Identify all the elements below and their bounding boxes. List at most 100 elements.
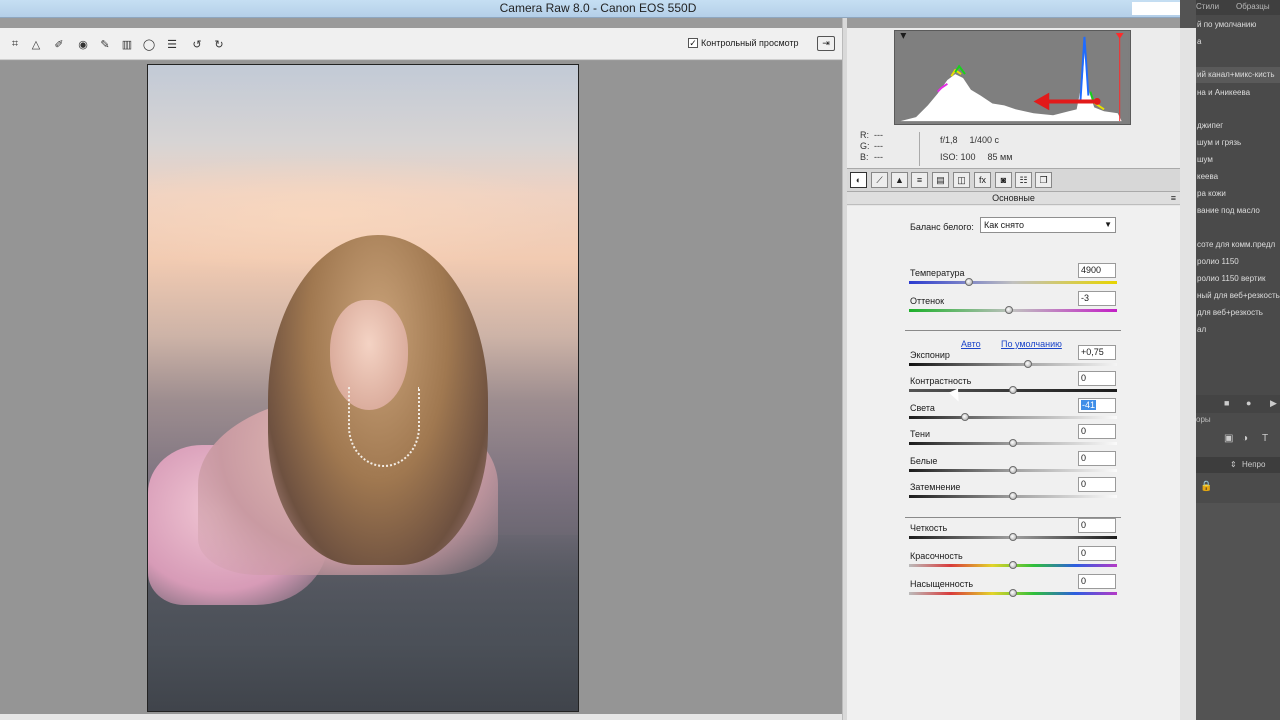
opacity-label: Непро (1242, 460, 1266, 469)
action-item[interactable]: а (1196, 34, 1280, 50)
text-layer-icon[interactable]: T (1262, 433, 1268, 444)
preferences-icon[interactable]: ☰ (164, 36, 180, 52)
slider-7-thumb[interactable] (1009, 466, 1017, 474)
slider-11-thumb[interactable] (1009, 589, 1017, 597)
action-item[interactable] (1196, 101, 1280, 117)
slider-8-thumb[interactable] (1009, 492, 1017, 500)
default-link[interactable]: По умолчанию (1001, 339, 1062, 349)
slider-2-track[interactable] (909, 309, 1117, 312)
tab-hsl-icon[interactable]: ≡ (911, 172, 928, 188)
actions-list: й по умолчанию а ий канал+микс-кисть на и А… (1196, 15, 1280, 395)
panel-menu-icon[interactable]: ≡ (1171, 192, 1176, 204)
adjustment-brush-icon[interactable]: ✎ (97, 36, 113, 52)
lock-icon[interactable]: 🔒 (1200, 481, 1212, 492)
action-item[interactable]: шум и грязь (1196, 135, 1280, 151)
auto-link[interactable]: Авто (961, 339, 981, 349)
slider-10-thumb[interactable] (1009, 561, 1017, 569)
slider-3-value-input[interactable]: +0,75 (1078, 345, 1116, 360)
action-item[interactable]: шум (1196, 152, 1280, 168)
rgb-row: B: --- (860, 152, 888, 163)
section-header: Основные ≡ (847, 192, 1180, 205)
action-item[interactable]: й по умолчанию (1196, 17, 1280, 33)
slider-1-value: 4900 (1081, 265, 1102, 275)
action-item[interactable]: кеева (1196, 169, 1280, 185)
slider-1-track[interactable] (909, 281, 1117, 284)
slider-8-value-input[interactable]: 0 (1078, 477, 1116, 492)
section-divider (905, 330, 1121, 331)
section-divider (905, 517, 1121, 518)
slider-10-value: 0 (1081, 548, 1087, 558)
tab-camera-calibration-icon[interactable]: ◙ (995, 172, 1012, 188)
red-eye-tool-icon[interactable]: ◉ (75, 36, 91, 52)
slider-3-track[interactable] (909, 363, 1117, 366)
action-item[interactable]: ра кожи (1196, 186, 1280, 202)
slider-1-thumb[interactable] (965, 278, 974, 286)
tab-styles[interactable]: Стили (1196, 2, 1219, 11)
slider-10-value-input[interactable]: 0 (1078, 546, 1116, 561)
canvas-status-strip (0, 714, 842, 720)
layers-label: оры (1196, 415, 1211, 424)
rotate-ccw-icon[interactable]: ↺ (189, 36, 205, 52)
slider-5-value-input[interactable]: -41 (1078, 398, 1116, 413)
preview-toggle[interactable]: ✓ Контрольный просмотр (688, 38, 799, 48)
slider-4-thumb[interactable] (1009, 386, 1017, 394)
action-item[interactable]: ный для веб+резкость (1196, 288, 1280, 304)
fullscreen-toggle-icon[interactable]: ⇥ (817, 36, 835, 51)
adjustment-layer-icon[interactable]: ◑ (1242, 433, 1248, 444)
exif-info: f/1,8 1/400 с ISO: 100 85 мм (919, 132, 1024, 166)
slider-1-value-input[interactable]: 4900 (1078, 263, 1116, 278)
channel-value: --- (874, 130, 883, 140)
slider-4-value-input[interactable]: 0 (1078, 371, 1116, 386)
tab-effects-icon[interactable]: fx (974, 172, 991, 188)
action-item[interactable] (1196, 220, 1280, 236)
tab-snapshots-icon[interactable]: ❐ (1035, 172, 1052, 188)
slider-5-thumb[interactable] (961, 413, 970, 421)
image-layer-icon[interactable]: ▣ (1224, 433, 1233, 444)
slider-6-thumb[interactable] (1009, 439, 1017, 447)
tab-tone-curve-icon[interactable]: ⟋ (871, 172, 888, 188)
crop-tool-icon[interactable]: ⌗ (7, 36, 23, 52)
panel-tab-strip: ◐ ⟋ ▲ ≡ ▤ ◫ fx ◙ ☷ ❐ (847, 168, 1180, 192)
slider-9-value-input[interactable]: 0 (1078, 518, 1116, 533)
action-item[interactable]: вание под масло (1196, 203, 1280, 219)
tab-presets-icon[interactable]: ☷ (1015, 172, 1032, 188)
tab-split-toning-icon[interactable]: ▤ (932, 172, 949, 188)
rotate-cw-icon[interactable]: ↻ (211, 36, 227, 52)
stop-icon[interactable]: ■ (1224, 398, 1229, 408)
slider-11-value-input[interactable]: 0 (1078, 574, 1116, 589)
action-item[interactable]: на и Аникеева (1196, 85, 1280, 101)
straighten-tool-icon[interactable]: △ (28, 36, 44, 52)
play-icon[interactable]: ▶ (1270, 398, 1277, 409)
slider-8-label: Затемнение (910, 482, 961, 492)
rgb-readout: R: --- G: --- B: --- (860, 130, 888, 163)
record-icon[interactable]: ● (1246, 398, 1251, 408)
preview-checkbox[interactable]: ✓ (688, 38, 698, 48)
radial-filter-icon[interactable]: ◯ (141, 36, 157, 52)
tab-swatches[interactable]: Образцы (1236, 2, 1270, 11)
slider-5-track[interactable] (909, 416, 1117, 419)
action-item[interactable]: соте для комм.предл (1196, 237, 1280, 253)
slider-7-value-input[interactable]: 0 (1078, 451, 1116, 466)
slider-2-thumb[interactable] (1004, 306, 1013, 314)
channel-label: R: (860, 130, 869, 140)
tab-basic-icon[interactable]: ◐ (850, 172, 867, 188)
action-item[interactable]: джипег (1196, 118, 1280, 134)
stepper-icon[interactable]: ⇕ (1230, 460, 1237, 469)
tab-detail-icon[interactable]: ▲ (891, 172, 908, 188)
slider-8-value: 0 (1081, 479, 1087, 489)
graduated-filter-icon[interactable]: ▥ (119, 36, 135, 52)
action-item[interactable]: ал (1196, 322, 1280, 338)
white-balance-select[interactable]: Как снято ▼ (980, 217, 1116, 233)
action-item[interactable]: ий канал+микс-кисть (1196, 67, 1280, 83)
slider-3-thumb[interactable] (1023, 360, 1032, 368)
channel-value: --- (874, 152, 883, 162)
action-item[interactable]: для веб+резкость (1196, 305, 1280, 321)
action-item[interactable]: ролио 1150 (1196, 254, 1280, 270)
spot-removal-tool-icon[interactable]: ✐ (51, 36, 67, 52)
slider-2-value-input[interactable]: -3 (1078, 291, 1116, 306)
slider-9-thumb[interactable] (1009, 533, 1017, 541)
tab-lens-corrections-icon[interactable]: ◫ (953, 172, 970, 188)
slider-6-value-input[interactable]: 0 (1078, 424, 1116, 439)
action-item[interactable]: ролио 1150 вертик (1196, 271, 1280, 287)
histogram[interactable] (894, 30, 1131, 125)
